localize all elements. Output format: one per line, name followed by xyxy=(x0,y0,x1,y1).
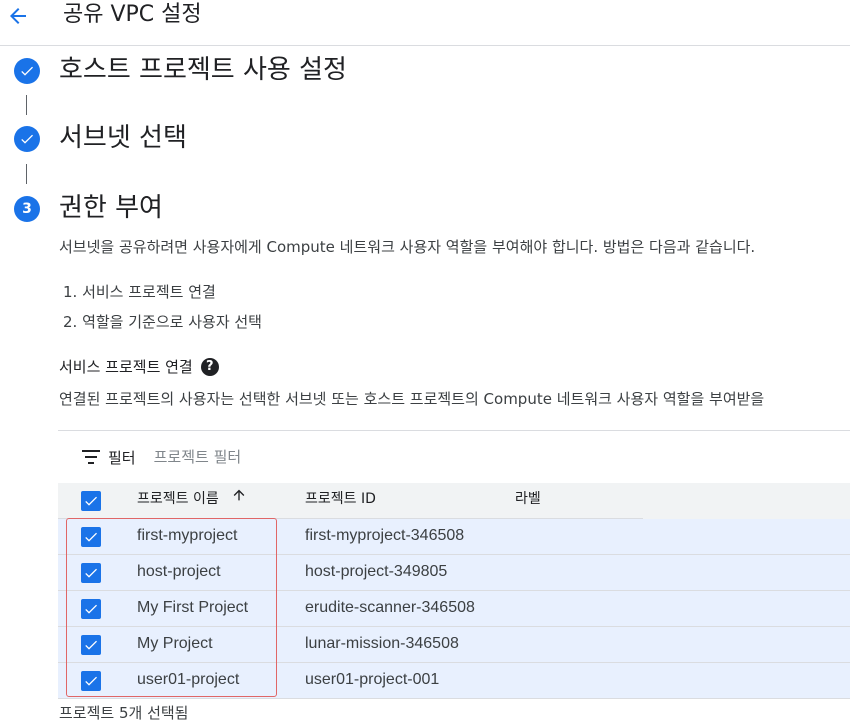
step-1-title: 호스트 프로젝트 사용 설정 xyxy=(59,55,347,85)
column-header-name[interactable]: 프로젝트 이름 xyxy=(137,483,247,519)
row-checkbox[interactable] xyxy=(81,599,101,619)
step-description: 서브넷을 공유하려면 사용자에게 Compute 네트워크 사용자 역할을 부여… xyxy=(59,238,756,256)
project-id: erudite-scanner-346508 xyxy=(305,599,475,616)
column-header-id[interactable]: 프로젝트 ID xyxy=(305,483,376,519)
table-row[interactable]: My Project lunar-mission-346508 xyxy=(58,627,850,663)
project-id: user01-project-001 xyxy=(305,671,440,688)
filter-bar: 필터 xyxy=(58,431,850,483)
step-2-title: 서브넷 선택 xyxy=(59,123,187,153)
section-description: 연결된 프로젝트의 사용자는 선택한 서브넷 또는 호스트 프로젝트의 Comp… xyxy=(59,390,765,408)
row-checkbox[interactable] xyxy=(81,635,101,655)
instruction-item: 1. 서비스 프로젝트 연결 xyxy=(63,283,216,301)
step-3-title: 권한 부여 xyxy=(59,193,163,223)
step-connector xyxy=(26,164,27,184)
step-connector xyxy=(26,95,27,115)
section-title-text: 서비스 프로젝트 연결 xyxy=(59,358,193,376)
row-checkbox[interactable] xyxy=(81,527,101,547)
project-name: host-project xyxy=(137,563,221,580)
check-circle-icon xyxy=(14,58,40,84)
table-row[interactable]: user01-project user01-project-001 xyxy=(58,663,850,699)
selected-count: 프로젝트 5개 선택됨 xyxy=(59,704,189,722)
table-row[interactable]: first-myproject first-myproject-346508 xyxy=(58,519,850,555)
back-arrow-icon[interactable] xyxy=(6,4,30,28)
row-checkbox[interactable] xyxy=(81,671,101,691)
project-id: host-project-349805 xyxy=(305,563,448,580)
filter-icon[interactable] xyxy=(82,450,100,464)
instruction-item: 2. 역할을 기준으로 사용자 선택 xyxy=(63,313,262,331)
project-name: My Project xyxy=(137,635,213,652)
page-title: 공유 VPC 설정 xyxy=(63,2,202,27)
step-number-badge: 3 xyxy=(14,196,40,222)
column-header-labels[interactable]: 라벨 xyxy=(515,483,541,519)
table-row[interactable]: My First Project erudite-scanner-346508 xyxy=(58,591,850,627)
row-checkbox[interactable] xyxy=(81,563,101,583)
arrow-up-icon xyxy=(231,483,247,515)
table-header: 프로젝트 이름 프로젝트 ID 라벨 xyxy=(58,483,850,519)
filter-label[interactable]: 필터 xyxy=(108,447,136,468)
table-row[interactable]: host-project host-project-349805 xyxy=(58,555,850,591)
projects-table: 필터 프로젝트 이름 프로젝트 ID 라벨 first-myproject fi… xyxy=(58,430,850,699)
project-name: My First Project xyxy=(137,599,249,616)
project-name: first-myproject xyxy=(137,527,238,544)
select-all-checkbox[interactable] xyxy=(81,491,101,511)
project-id: first-myproject-346508 xyxy=(305,527,465,544)
check-circle-icon xyxy=(14,126,40,152)
help-icon[interactable]: ? xyxy=(200,357,219,376)
filter-input[interactable] xyxy=(153,448,554,466)
project-id: lunar-mission-346508 xyxy=(305,635,459,652)
project-name: user01-project xyxy=(137,671,240,688)
top-bar: 공유 VPC 설정 xyxy=(0,0,850,46)
section-title: 서비스 프로젝트 연결 ? xyxy=(59,356,219,377)
